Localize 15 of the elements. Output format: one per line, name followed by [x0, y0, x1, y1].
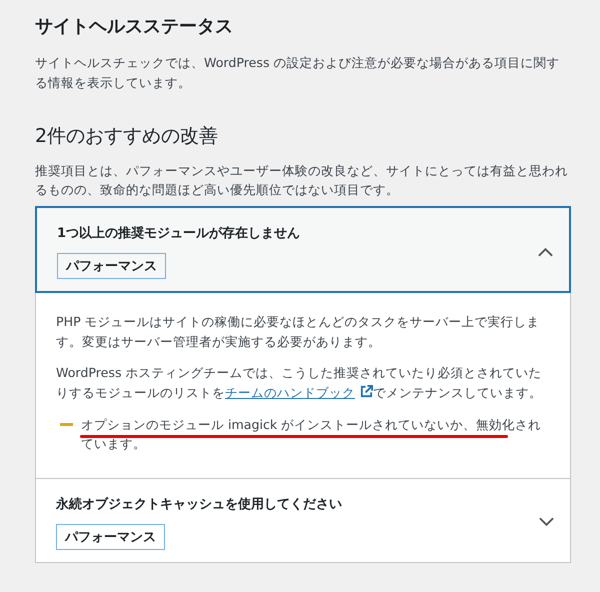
- issue-title: 永続オブジェクトキャッシュを使用してください: [56, 496, 342, 514]
- page-title: サイトヘルスステータス: [35, 15, 234, 39]
- warning-text: オプションのモジュール imagick がインストールされていないか、無効化されています。: [81, 416, 542, 454]
- section-title: 2件のおすすめの改善: [35, 124, 220, 149]
- external-link-icon: [360, 384, 373, 398]
- intro-text: サイトヘルスチェックでは、WordPress の設定および注意が必要な場合がある項目に関する情報を表示しています。: [35, 54, 561, 92]
- section-description: 推奨項目とは、パフォーマンスやユーザー体験の改良など、サイトにとっては有益と思われるものの、致命的な問題ほど高い優先順位ではない項目です。: [35, 162, 569, 200]
- issue-header[interactable]: 1つ以上の推奨モジュールが存在しません パフォーマンス: [35, 206, 571, 294]
- warning-dash-icon: [60, 422, 73, 426]
- category-badge: パフォーマンス: [56, 524, 165, 550]
- category-badge: パフォーマンス: [57, 253, 166, 280]
- detail-text: PHP モジュールはサイトの稼働に必要なほとんどのタスクをサーバー上で実行します。変更はサーバー管理者が実施する必要があります。: [56, 313, 541, 351]
- handbook-link[interactable]: チームのハンドブック: [225, 384, 373, 400]
- issue-title: 1つ以上の推奨モジュールが存在しません: [57, 224, 300, 243]
- detail-text: WordPress ホスティングチームでは、こうした推奨されていたり必須とされていたりするモジュールのリストをチームのハンドブック でメンテナンスしています。: [56, 364, 543, 402]
